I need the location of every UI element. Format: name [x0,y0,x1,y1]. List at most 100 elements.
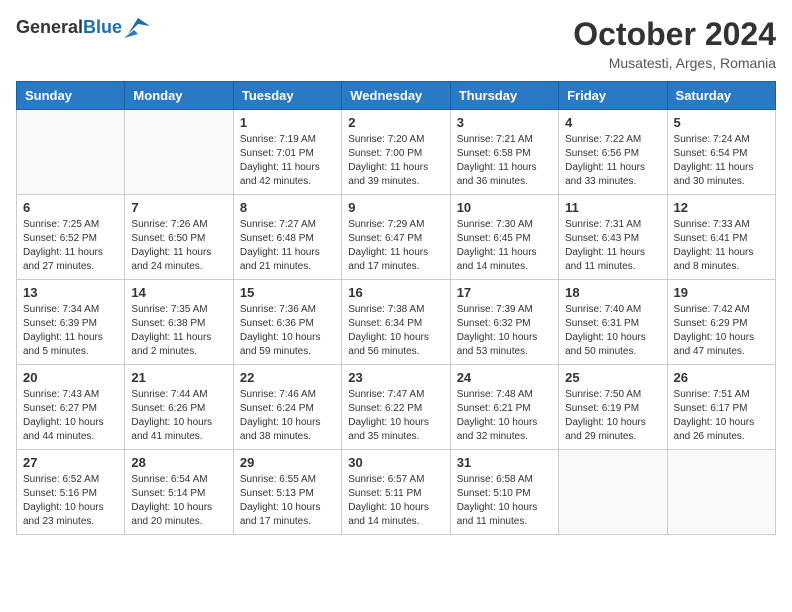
day-cell: 13 Sunrise: 7:34 AM Sunset: 6:39 PM Dayli… [17,280,125,365]
day-number: 1 [240,115,335,130]
day-cell: 19Sunrise: 7:42 AM Sunset: 6:29 PM Dayli… [667,280,775,365]
day-cell: 23 Sunrise: 7:47 AM Sunset: 6:22 PM Dayli… [342,365,450,450]
day-number: 15 [240,285,335,300]
day-cell [667,450,775,535]
weekday-header-sunday: Sunday [17,82,125,110]
day-number: 23 [348,370,443,385]
day-cell: 21Sunrise: 7:44 AM Sunset: 6:26 PM Dayli… [125,365,233,450]
day-cell: 5Sunrise: 7:24 AM Sunset: 6:54 PM Daylig… [667,110,775,195]
day-number: 4 [565,115,660,130]
day-info: Sunrise: 7:35 AM Sunset: 6:38 PM Dayligh… [131,303,226,359]
day-number: 12 [674,200,769,215]
day-cell: 24 Sunrise: 7:48 AM Sunset: 6:21 PM Dayli… [450,365,558,450]
title-section: October 2024 Musatesti, Arges, Romania [573,16,776,71]
day-info: Sunrise: 6:58 AM Sunset: 5:10 PM Dayligh… [457,473,552,529]
week-row-4: 20Sunrise: 7:43 AM Sunset: 6:27 PM Dayli… [17,365,776,450]
day-info: Sunrise: 7:25 AM Sunset: 6:52 PM Dayligh… [23,218,118,274]
day-info: Sunrise: 7:19 AM Sunset: 7:01 PM Dayligh… [240,133,335,189]
weekday-header-saturday: Saturday [667,82,775,110]
weekday-header-tuesday: Tuesday [233,82,341,110]
day-info: Sunrise: 7:44 AM Sunset: 6:26 PM Dayligh… [131,388,226,444]
day-number: 14 [131,285,226,300]
day-cell: 17 Sunrise: 7:39 AM Sunset: 6:32 PM Dayli… [450,280,558,365]
day-info: Sunrise: 7:31 AM Sunset: 6:43 PM Dayligh… [565,218,660,274]
day-cell: 4 Sunrise: 7:22 AM Sunset: 6:56 PM Daylig… [559,110,667,195]
day-cell [559,450,667,535]
day-number: 25 [565,370,660,385]
day-number: 27 [23,455,118,470]
day-cell: 3Sunrise: 7:21 AM Sunset: 6:58 PM Daylig… [450,110,558,195]
day-cell: 11 Sunrise: 7:31 AM Sunset: 6:43 PM Dayli… [559,195,667,280]
day-number: 13 [23,285,118,300]
day-number: 11 [565,200,660,215]
day-cell: 6Sunrise: 7:25 AM Sunset: 6:52 PM Daylig… [17,195,125,280]
day-cell [125,110,233,195]
weekday-header-friday: Friday [559,82,667,110]
day-cell: 31 Sunrise: 6:58 AM Sunset: 5:10 PM Dayli… [450,450,558,535]
day-info: Sunrise: 7:29 AM Sunset: 6:47 PM Dayligh… [348,218,443,274]
weekday-header-wednesday: Wednesday [342,82,450,110]
day-info: Sunrise: 7:38 AM Sunset: 6:34 PM Dayligh… [348,303,443,359]
day-number: 31 [457,455,552,470]
day-info: Sunrise: 6:57 AM Sunset: 5:11 PM Dayligh… [348,473,443,529]
day-cell: 10Sunrise: 7:30 AM Sunset: 6:45 PM Dayli… [450,195,558,280]
day-number: 8 [240,200,335,215]
calendar: SundayMondayTuesdayWednesdayThursdayFrid… [16,81,776,535]
day-info: Sunrise: 6:52 AM Sunset: 5:16 PM Dayligh… [23,473,118,529]
day-cell [17,110,125,195]
day-cell: 1 Sunrise: 7:19 AM Sunset: 7:01 PM Daylig… [233,110,341,195]
day-info: Sunrise: 7:40 AM Sunset: 6:31 PM Dayligh… [565,303,660,359]
day-info: Sunrise: 6:55 AM Sunset: 5:13 PM Dayligh… [240,473,335,529]
day-info: Sunrise: 7:36 AM Sunset: 6:36 PM Dayligh… [240,303,335,359]
day-info: Sunrise: 7:42 AM Sunset: 6:29 PM Dayligh… [674,303,769,359]
day-info: Sunrise: 7:30 AM Sunset: 6:45 PM Dayligh… [457,218,552,274]
day-cell: 18 Sunrise: 7:40 AM Sunset: 6:31 PM Dayli… [559,280,667,365]
week-row-3: 13 Sunrise: 7:34 AM Sunset: 6:39 PM Dayli… [17,280,776,365]
day-info: Sunrise: 7:33 AM Sunset: 6:41 PM Dayligh… [674,218,769,274]
month-title: October 2024 [573,16,776,53]
day-cell: 16 Sunrise: 7:38 AM Sunset: 6:34 PM Dayli… [342,280,450,365]
logo-icon [124,16,150,38]
day-cell: 29 Sunrise: 6:55 AM Sunset: 5:13 PM Dayli… [233,450,341,535]
day-number: 9 [348,200,443,215]
day-info: Sunrise: 7:34 AM Sunset: 6:39 PM Dayligh… [23,303,118,359]
day-info: Sunrise: 7:22 AM Sunset: 6:56 PM Dayligh… [565,133,660,189]
logo: GeneralBlue [16,16,150,38]
day-info: Sunrise: 7:43 AM Sunset: 6:27 PM Dayligh… [23,388,118,444]
day-info: Sunrise: 6:54 AM Sunset: 5:14 PM Dayligh… [131,473,226,529]
weekday-header-row: SundayMondayTuesdayWednesdayThursdayFrid… [17,82,776,110]
day-info: Sunrise: 7:39 AM Sunset: 6:32 PM Dayligh… [457,303,552,359]
day-info: Sunrise: 7:26 AM Sunset: 6:50 PM Dayligh… [131,218,226,274]
logo-general-text: GeneralBlue [16,17,122,38]
day-number: 24 [457,370,552,385]
day-info: Sunrise: 7:27 AM Sunset: 6:48 PM Dayligh… [240,218,335,274]
day-info: Sunrise: 7:48 AM Sunset: 6:21 PM Dayligh… [457,388,552,444]
day-info: Sunrise: 7:50 AM Sunset: 6:19 PM Dayligh… [565,388,660,444]
day-cell: 8 Sunrise: 7:27 AM Sunset: 6:48 PM Daylig… [233,195,341,280]
weekday-header-monday: Monday [125,82,233,110]
day-number: 17 [457,285,552,300]
day-cell: 27 Sunrise: 6:52 AM Sunset: 5:16 PM Dayli… [17,450,125,535]
day-cell: 7Sunrise: 7:26 AM Sunset: 6:50 PM Daylig… [125,195,233,280]
week-row-5: 27 Sunrise: 6:52 AM Sunset: 5:16 PM Dayli… [17,450,776,535]
weekday-header-thursday: Thursday [450,82,558,110]
day-number: 16 [348,285,443,300]
day-number: 28 [131,455,226,470]
week-row-1: 1 Sunrise: 7:19 AM Sunset: 7:01 PM Daylig… [17,110,776,195]
day-info: Sunrise: 7:20 AM Sunset: 7:00 PM Dayligh… [348,133,443,189]
day-number: 18 [565,285,660,300]
day-info: Sunrise: 7:51 AM Sunset: 6:17 PM Dayligh… [674,388,769,444]
day-info: Sunrise: 7:21 AM Sunset: 6:58 PM Dayligh… [457,133,552,189]
day-number: 26 [674,370,769,385]
header: GeneralBlue October 2024 Musatesti, Arge… [16,16,776,71]
subtitle: Musatesti, Arges, Romania [573,55,776,71]
day-cell: 15 Sunrise: 7:36 AM Sunset: 6:36 PM Dayli… [233,280,341,365]
day-cell: 22Sunrise: 7:46 AM Sunset: 6:24 PM Dayli… [233,365,341,450]
day-cell: 25 Sunrise: 7:50 AM Sunset: 6:19 PM Dayli… [559,365,667,450]
day-number: 29 [240,455,335,470]
day-info: Sunrise: 7:47 AM Sunset: 6:22 PM Dayligh… [348,388,443,444]
day-cell: 9 Sunrise: 7:29 AM Sunset: 6:47 PM Daylig… [342,195,450,280]
day-cell: 26 Sunrise: 7:51 AM Sunset: 6:17 PM Dayli… [667,365,775,450]
week-row-2: 6Sunrise: 7:25 AM Sunset: 6:52 PM Daylig… [17,195,776,280]
day-number: 5 [674,115,769,130]
